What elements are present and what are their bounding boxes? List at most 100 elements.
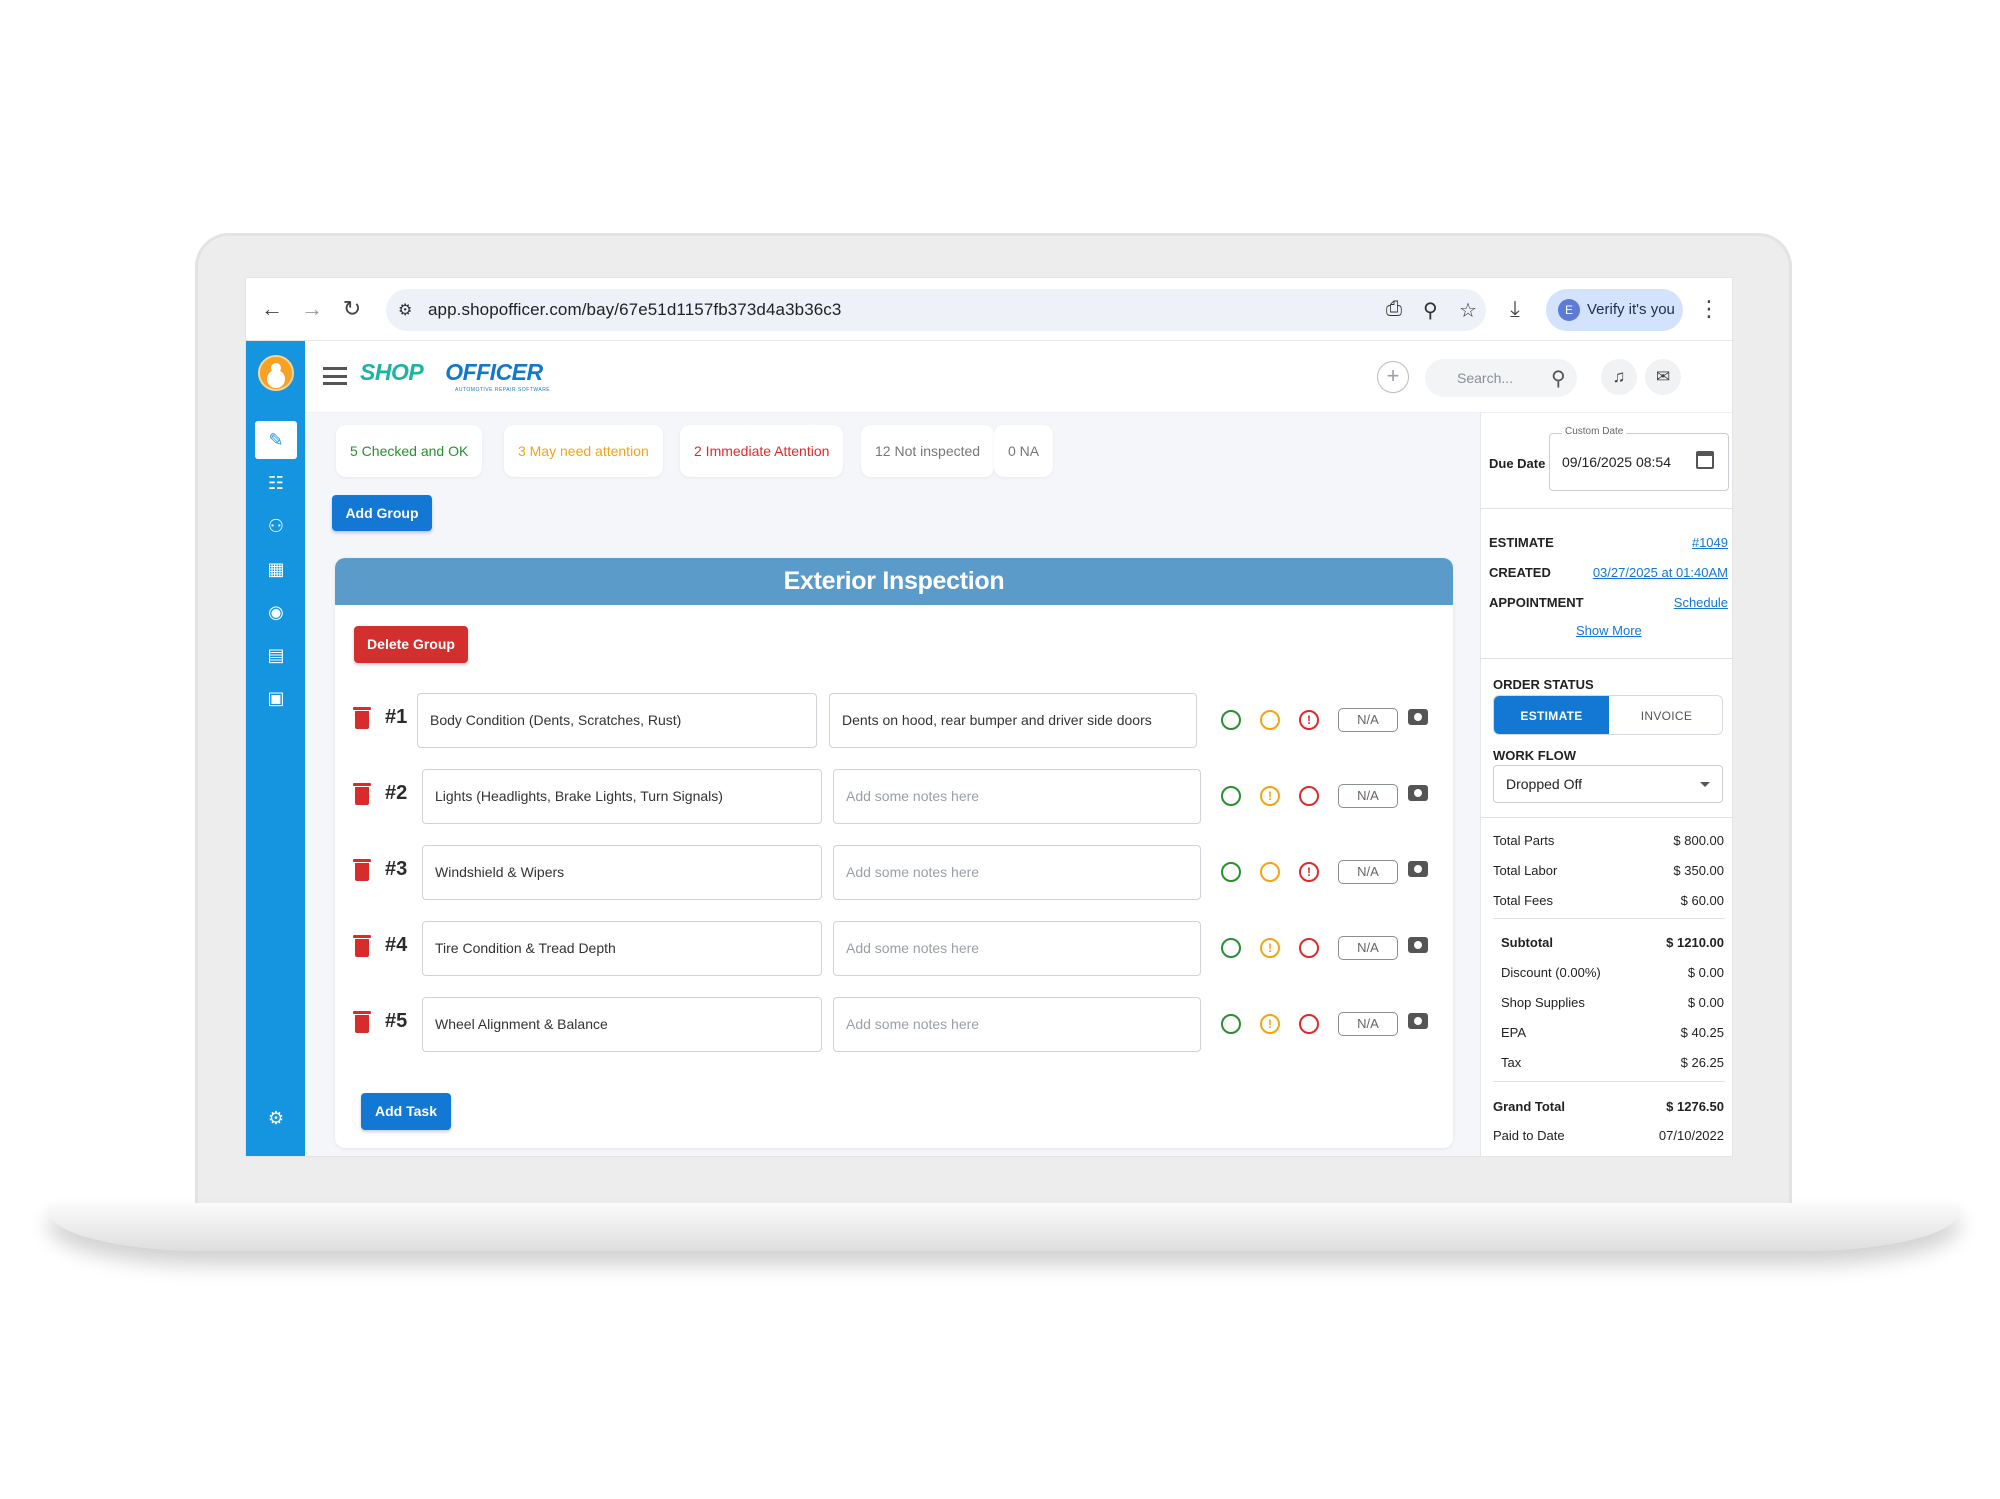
delete-task-trash-icon[interactable] <box>353 707 371 729</box>
add-group-button[interactable]: Add Group <box>332 495 432 531</box>
status-critical-circle-icon[interactable] <box>1299 1014 1319 1034</box>
archive-icon[interactable]: ▤ <box>255 636 297 674</box>
inspection-pen-icon[interactable]: ✎ <box>255 421 297 459</box>
status-warning-circle-icon[interactable] <box>1260 710 1280 730</box>
total-fees-value: $ 60.00 <box>1680 893 1724 908</box>
add-photo-camera-icon[interactable] <box>1408 937 1428 953</box>
status-critical-exclamation-icon[interactable]: ! <box>1299 710 1319 730</box>
status-ok-circle-icon[interactable] <box>1221 862 1241 882</box>
summary-checked-ok[interactable]: 5 Checked and OK <box>336 425 483 477</box>
shopping-bag-icon[interactable]: ◉ <box>255 593 297 631</box>
na-button[interactable]: N/A <box>1338 708 1398 732</box>
task-notes-input[interactable]: Add some notes here <box>833 997 1201 1052</box>
paid-to-date-value: 07/10/2022 <box>1658 1128 1724 1143</box>
task-name-input[interactable]: Tire Condition & Tread Depth <box>422 921 822 976</box>
divider <box>1493 918 1725 919</box>
forward-arrow-icon[interactable]: → <box>298 295 326 323</box>
status-estimate-button[interactable]: ESTIMATE <box>1494 696 1609 734</box>
created-date-link[interactable]: 03/27/2025 at 01:40AM <box>1593 565 1728 580</box>
task-notes-input[interactable]: Dents on hood, rear bumper and driver si… <box>829 693 1197 748</box>
status-ok-circle-icon[interactable] <box>1221 938 1241 958</box>
total-parts-label: Total Parts <box>1493 833 1555 848</box>
task-notes-input[interactable]: Add some notes here <box>833 921 1201 976</box>
delete-task-trash-icon[interactable] <box>353 783 371 805</box>
task-notes-input[interactable]: Add some notes here <box>833 769 1201 824</box>
customers-icon[interactable]: ⚇ <box>255 507 297 545</box>
add-photo-camera-icon[interactable] <box>1408 861 1428 877</box>
calendar-icon[interactable]: ▦ <box>255 550 297 588</box>
custom-date-legend: Custom Date <box>1562 426 1627 437</box>
delete-task-trash-icon[interactable] <box>353 935 371 957</box>
clipboard-icon[interactable]: ☷ <box>255 464 297 502</box>
bookmark-star-icon[interactable]: ☆ <box>1459 298 1477 323</box>
install-app-icon[interactable]: ⎙ <box>1386 298 1402 321</box>
discount-label: Discount (0.00%) <box>1501 965 1601 980</box>
delete-task-trash-icon[interactable] <box>353 1011 371 1033</box>
summary-immediate-attention[interactable]: 2 Immediate Attention <box>680 425 844 477</box>
add-new-icon[interactable]: + <box>1377 361 1409 393</box>
estimate-number-link[interactable]: #1049 <box>1692 535 1728 550</box>
task-notes-input[interactable]: Add some notes here <box>833 845 1201 900</box>
main-content: 5 Checked and OK 3 May need attention 2 … <box>305 413 1480 1156</box>
status-invoice-button[interactable]: INVOICE <box>1609 696 1722 734</box>
workflow-select[interactable]: Dropped Off <box>1493 765 1723 803</box>
status-critical-exclamation-icon[interactable]: ! <box>1299 862 1319 882</box>
settings-gear-icon[interactable]: ⚙ <box>255 1099 297 1137</box>
status-warning-exclamation-icon[interactable]: ! <box>1260 1014 1280 1034</box>
status-warning-circle-icon[interactable] <box>1260 862 1280 882</box>
menu-hamburger-icon[interactable] <box>323 367 347 385</box>
invoice-icon[interactable]: ▣ <box>255 679 297 717</box>
add-photo-camera-icon[interactable] <box>1408 785 1428 801</box>
reload-icon[interactable]: ↻ <box>338 295 366 323</box>
browser-menu-icon[interactable]: ⋮ <box>1695 295 1723 323</box>
site-settings-icon[interactable]: ⚙ <box>398 300 412 320</box>
summary-na[interactable]: 0 NA <box>994 425 1054 477</box>
delete-task-trash-icon[interactable] <box>353 859 371 881</box>
total-labor-label: Total Labor <box>1493 863 1558 878</box>
add-photo-camera-icon[interactable] <box>1408 1013 1428 1029</box>
task-number: #2 <box>385 782 408 804</box>
na-button[interactable]: N/A <box>1338 1012 1398 1036</box>
discount-value: $ 0.00 <box>1687 965 1724 980</box>
mail-icon[interactable]: ✉ <box>1645 359 1681 395</box>
back-arrow-icon[interactable]: ← <box>258 295 286 323</box>
verify-profile-button[interactable]: E Verify it's you <box>1546 289 1683 331</box>
created-label: CREATED <box>1489 565 1551 580</box>
notification-bell-icon[interactable]: ♫ <box>1601 359 1637 395</box>
summary-may-need-attention[interactable]: 3 May need attention <box>504 425 663 477</box>
search-icon[interactable]: ⚲ <box>1551 366 1566 391</box>
total-parts-value: $ 800.00 <box>1673 833 1724 848</box>
verify-label: Verify it's you <box>1587 301 1675 318</box>
status-ok-circle-icon[interactable] <box>1221 786 1241 806</box>
calendar-icon[interactable] <box>1696 451 1714 469</box>
custom-date-input[interactable]: Custom Date 09/16/2025 08:54 <box>1549 426 1729 491</box>
schedule-link[interactable]: Schedule <box>1674 595 1728 610</box>
status-warning-exclamation-icon[interactable]: ! <box>1260 938 1280 958</box>
status-critical-circle-icon[interactable] <box>1299 938 1319 958</box>
user-avatar-icon[interactable] <box>258 355 294 391</box>
summary-not-inspected[interactable]: 12 Not inspected <box>861 425 995 477</box>
task-name-input[interactable]: Wheel Alignment & Balance <box>422 997 822 1052</box>
na-button[interactable]: N/A <box>1338 860 1398 884</box>
show-more-link[interactable]: Show More <box>1576 623 1642 638</box>
task-name-input[interactable]: Windshield & Wipers <box>422 845 822 900</box>
zoom-icon[interactable]: ⚲ <box>1423 298 1438 323</box>
task-name-input[interactable]: Body Condition (Dents, Scratches, Rust) <box>417 693 817 748</box>
status-ok-circle-icon[interactable] <box>1221 1014 1241 1034</box>
task-name-input[interactable]: Lights (Headlights, Brake Lights, Turn S… <box>422 769 822 824</box>
search-placeholder: Search... <box>1457 370 1514 386</box>
download-icon[interactable]: ⤓ <box>1501 295 1529 323</box>
na-button[interactable]: N/A <box>1338 936 1398 960</box>
na-button[interactable]: N/A <box>1338 784 1398 808</box>
status-warning-exclamation-icon[interactable]: ! <box>1260 786 1280 806</box>
add-task-button[interactable]: Add Task <box>361 1093 451 1130</box>
address-bar[interactable]: ⚙ app.shopofficer.com/bay/67e51d1157fb37… <box>386 289 1486 331</box>
status-ok-circle-icon[interactable] <box>1221 710 1241 730</box>
due-date-value: 09/16/2025 08:54 <box>1562 454 1671 470</box>
add-photo-camera-icon[interactable] <box>1408 709 1428 725</box>
status-critical-circle-icon[interactable] <box>1299 786 1319 806</box>
tax-value: $ 26.25 <box>1680 1055 1724 1070</box>
search-input[interactable]: Search... ⚲ <box>1425 359 1577 397</box>
delete-group-button[interactable]: Delete Group <box>354 626 468 663</box>
shopofficer-logo[interactable]: SHOP OFFICER <box>360 359 543 386</box>
